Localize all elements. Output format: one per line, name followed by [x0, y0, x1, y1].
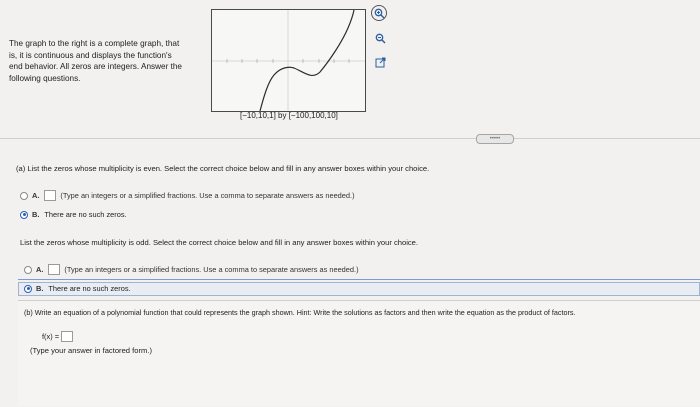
- option-hint: (Type an integers or a simplified fracti…: [64, 265, 359, 274]
- section-divider: [0, 138, 700, 139]
- expand-more-button[interactable]: •••••: [476, 134, 514, 144]
- radio-button[interactable]: [24, 265, 32, 274]
- radio-button-selected[interactable]: [24, 284, 32, 293]
- part-b-hint: (Type your answer in factored form.): [30, 346, 152, 355]
- answer-input[interactable]: [44, 190, 57, 201]
- part-a2-option-b[interactable]: B. There are no such zeros.: [24, 284, 131, 293]
- intro-line: end behavior. All zeros are integers. An…: [9, 62, 182, 71]
- radio-button-selected[interactable]: [20, 210, 28, 219]
- fx-label: f(x) =: [42, 332, 60, 341]
- part-a2-question: List the zeros whose multiplicity is odd…: [20, 238, 419, 247]
- graph-window-label: [−10,10,1] by [−100,100,10]: [240, 111, 338, 120]
- option-letter: A.: [32, 191, 40, 200]
- option-text: There are no such zeros.: [44, 210, 127, 219]
- option-letter: B.: [36, 284, 44, 293]
- zoom-in-icon[interactable]: [371, 5, 387, 21]
- part-a-question: (a) List the zeros whose multiplicity is…: [16, 164, 430, 173]
- intro-line: following questions.: [9, 73, 81, 83]
- fx-answer-input[interactable]: [61, 331, 74, 342]
- option-text: There are no such zeros.: [48, 284, 131, 293]
- zoom-out-icon[interactable]: [372, 30, 388, 46]
- function-graph: [211, 9, 366, 112]
- intro-line: The graph to the right is a complete gra…: [9, 39, 180, 48]
- part-a-option-b[interactable]: B. There are no such zeros.: [20, 210, 127, 219]
- function-curve: [259, 10, 355, 111]
- option-hint: (Type an integers or a simplified fracti…: [60, 191, 355, 200]
- problem-intro: The graph to the right is a complete gra…: [9, 38, 209, 84]
- answer-input[interactable]: [48, 264, 61, 275]
- radio-button[interactable]: [20, 191, 28, 200]
- intro-line: is, it is continuous and displays the fu…: [9, 50, 172, 60]
- external-link-icon[interactable]: [372, 54, 388, 70]
- part-b-answer-row: f(x) =: [42, 331, 77, 342]
- option-letter: B.: [32, 210, 40, 219]
- graph-plot: [212, 10, 365, 111]
- part-b-question: (b) Write an equation of a polynomial fu…: [24, 308, 576, 317]
- part-a2-option-a[interactable]: A. (Type an integers or a simplified fra…: [24, 264, 359, 275]
- part-a-option-a[interactable]: A. (Type an integers or a simplified fra…: [20, 190, 355, 201]
- answer-underline: [18, 279, 700, 280]
- option-letter: A.: [36, 265, 44, 274]
